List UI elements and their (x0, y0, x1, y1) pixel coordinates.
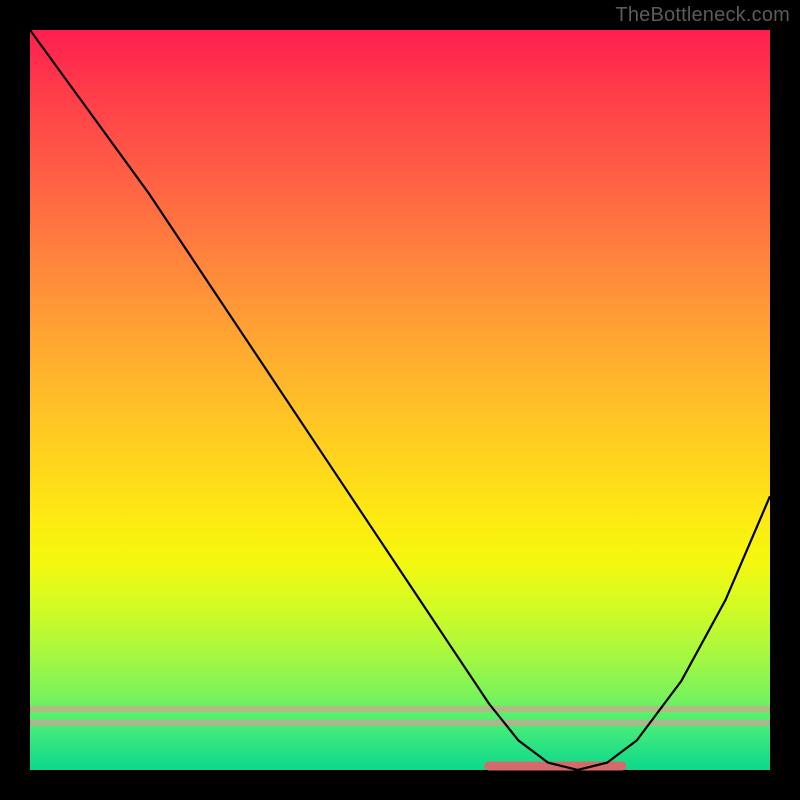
chart-frame: TheBottleneck.com (0, 0, 800, 800)
bottleneck-curve (30, 30, 770, 770)
plot-area (30, 30, 770, 770)
curve-svg (30, 30, 770, 770)
watermark-text: TheBottleneck.com (615, 4, 790, 27)
